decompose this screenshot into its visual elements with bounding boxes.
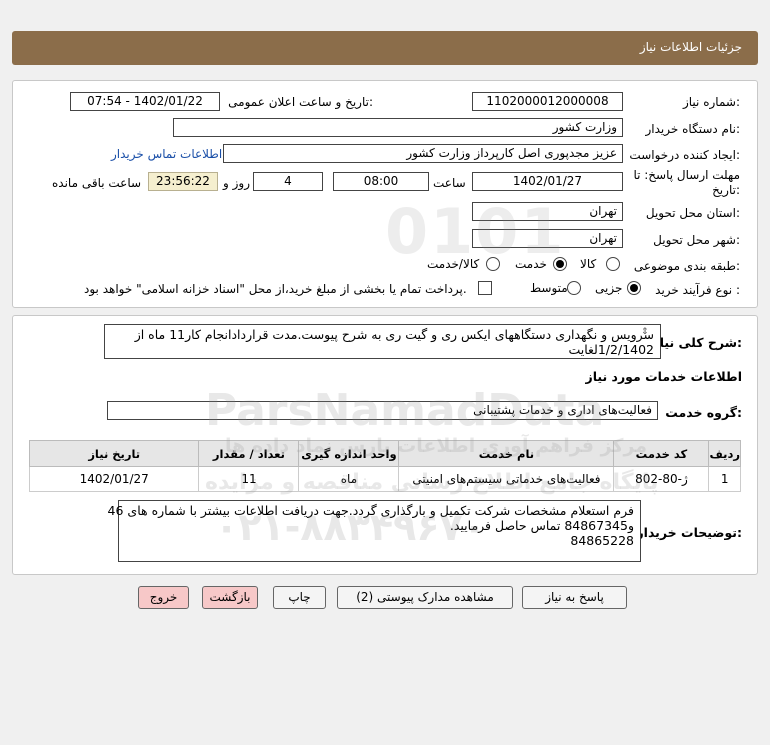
category-option-goods: کالا bbox=[580, 257, 597, 271]
services-table: ردیف کد خدمت نام خدمت واحد اندازه گیری ت… bbox=[28, 440, 741, 492]
header-need-date: تاریخ نیاز bbox=[28, 440, 200, 467]
info-panel bbox=[12, 80, 758, 308]
process-option-minor: جزیی bbox=[595, 281, 623, 295]
category-radio-goods-service[interactable] bbox=[486, 257, 500, 271]
buyer-notes-line-3: 84865228 bbox=[570, 533, 634, 548]
process-label: نوع فرآیند خرید : bbox=[655, 283, 740, 297]
time-label: ساعت bbox=[433, 176, 466, 190]
category-label: طبقه بندی موضوعی: bbox=[633, 259, 740, 273]
days-label: روز و bbox=[223, 176, 250, 190]
announce-label: تاریخ و ساعت اعلان عمومی: bbox=[228, 95, 373, 109]
buyer-notes-line-1: فرم استعلام مشخصات شرکت تکمیل و بارگذاری… bbox=[107, 503, 634, 518]
requester-field[interactable]: عزیز مجدپوری اصل کارپرداز وزارت کشور bbox=[223, 144, 623, 163]
category-radio-goods[interactable] bbox=[606, 257, 620, 271]
days-field[interactable]: 4 bbox=[253, 172, 323, 191]
header-service-name: نام خدمت bbox=[398, 440, 615, 467]
description-label: شرح کلی نیاز: bbox=[652, 335, 743, 350]
announce-field[interactable]: 1402/01/22 - 07:54 bbox=[70, 92, 220, 111]
cell-row-num: 1 bbox=[708, 466, 741, 492]
buyer-org-field[interactable]: وزارت کشور bbox=[173, 118, 623, 137]
exit-button[interactable]: خروج bbox=[138, 586, 189, 609]
attachments-button[interactable]: مشاهده مدارک پیوستی (2) bbox=[337, 586, 513, 609]
buyer-contact-link[interactable]: اطلاعات تماس خریدار bbox=[111, 147, 222, 161]
need-number-label: شماره نیاز: bbox=[682, 95, 740, 109]
header-quantity: تعداد / مقدار bbox=[198, 440, 300, 467]
remaining-label: ساعت باقی مانده bbox=[52, 176, 142, 190]
province-field[interactable]: تهران bbox=[472, 202, 623, 221]
table-row[interactable]: 1 ژ-80-802 فعالیت‌های خدماتی سیستم‌های ا… bbox=[28, 466, 741, 492]
buyer-notes-label: توضیحات خریدار: bbox=[636, 525, 742, 540]
province-label: استان محل تحویل: bbox=[645, 206, 740, 220]
deadline-time-field[interactable]: 08:00 bbox=[333, 172, 429, 191]
reply-button[interactable]: پاسخ به نیاز bbox=[522, 586, 627, 609]
remaining-timer: 23:56:22 bbox=[148, 172, 218, 191]
header-unit: واحد اندازه گیری bbox=[298, 440, 400, 467]
cell-service-name: فعالیت‌های خدماتی سیستم‌های امنیتی bbox=[398, 466, 615, 492]
cell-quantity: 11 bbox=[198, 466, 300, 492]
page-title: جزئیات اطلاعات نیاز bbox=[639, 40, 742, 54]
treasury-payment-checkbox[interactable] bbox=[478, 281, 492, 295]
page-header: جزئیات اطلاعات نیاز bbox=[12, 31, 758, 65]
need-number-field[interactable]: 1102000012000008 bbox=[472, 92, 623, 111]
process-radio-medium[interactable] bbox=[567, 281, 581, 295]
back-button[interactable]: بازگشت bbox=[202, 586, 258, 609]
textarea-resize-icon: ⇕ bbox=[641, 327, 649, 337]
city-label: شهر محل تحویل: bbox=[653, 233, 740, 247]
buyer-notes-textarea[interactable]: فرم استعلام مشخصات شرکت تکمیل و بارگذاری… bbox=[107, 500, 641, 562]
deadline-label: مهلت ارسال پاسخ: تا bbox=[633, 168, 740, 182]
service-group-field[interactable]: فعالیت‌های اداری و خدمات پشتیبانی bbox=[107, 401, 658, 420]
process-option-medium: متوسط bbox=[530, 281, 568, 295]
buyer-org-label: نام دستگاه خریدار: bbox=[645, 122, 741, 136]
category-radio-service[interactable] bbox=[553, 257, 567, 271]
cell-need-date: 1402/01/27 bbox=[28, 466, 200, 492]
header-service-code: کد خدمت bbox=[613, 440, 710, 467]
category-option-goods-service: کالا/خدمت bbox=[427, 257, 480, 271]
requester-label: ایجاد کننده درخواست: bbox=[629, 148, 740, 162]
services-section-title: اطلاعات خدمات مورد نیاز bbox=[585, 369, 743, 384]
cell-unit: ماه bbox=[298, 466, 400, 492]
description-textarea[interactable]: سرویس و نگهداری دستگاههای ایکس ری و گیت … bbox=[104, 324, 661, 359]
service-group-label: گروه خدمت: bbox=[665, 405, 742, 420]
treasury-payment-note: پرداخت تمام یا بخشی از مبلغ خرید،از محل … bbox=[84, 282, 467, 296]
process-radio-minor[interactable] bbox=[627, 281, 641, 295]
category-option-service: خدمت bbox=[515, 257, 547, 271]
header-row-num: ردیف bbox=[708, 440, 741, 467]
buyer-notes-line-2: و84867345 تماس حاصل فرمایید. bbox=[449, 518, 634, 533]
print-button[interactable]: چاپ bbox=[273, 586, 326, 609]
cell-service-code: ژ-80-802 bbox=[613, 466, 710, 492]
deadline-label-date: تاریخ: bbox=[712, 183, 740, 197]
table-header-row: ردیف کد خدمت نام خدمت واحد اندازه گیری ت… bbox=[28, 440, 741, 467]
deadline-date-field[interactable]: 1402/01/27 bbox=[472, 172, 623, 191]
city-field[interactable]: تهران bbox=[472, 229, 623, 248]
